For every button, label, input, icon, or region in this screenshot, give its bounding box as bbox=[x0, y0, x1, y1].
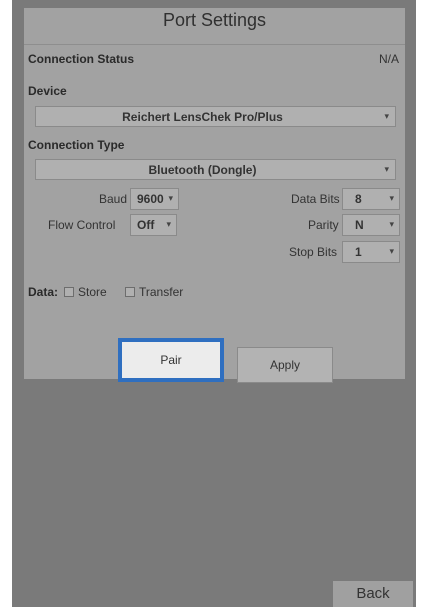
connection-status-value: N/A bbox=[378, 52, 399, 66]
transfer-checkbox[interactable] bbox=[125, 287, 135, 297]
chevron-down-icon: ▾ bbox=[168, 193, 173, 203]
transfer-label: Transfer bbox=[139, 285, 184, 299]
stop-bits-select-value: 1 bbox=[355, 245, 362, 259]
data-label: Data: bbox=[28, 285, 59, 299]
flow-control-label: Flow Control bbox=[48, 218, 116, 232]
parity-select-value: N bbox=[355, 218, 364, 232]
data-bits-select-value: 8 bbox=[355, 192, 362, 206]
parity-select[interactable]: N ▾ bbox=[342, 214, 400, 236]
baud-select-value: 9600 bbox=[137, 192, 164, 206]
chevron-down-icon: ▾ bbox=[389, 246, 394, 256]
flow-control-select[interactable]: Off ▾ bbox=[130, 214, 177, 236]
store-label: Store bbox=[78, 285, 107, 299]
data-bits-select[interactable]: 8 ▾ bbox=[342, 188, 400, 210]
data-bits-label: Data Bits bbox=[291, 192, 340, 206]
stop-bits-select[interactable]: 1 ▾ bbox=[342, 241, 400, 263]
connection-status-label: Connection Status bbox=[28, 52, 135, 66]
page-title: Port Settings bbox=[162, 10, 267, 30]
chevron-down-icon: ▾ bbox=[389, 193, 394, 203]
stop-bits-label: Stop Bits bbox=[289, 245, 338, 259]
flow-control-select-value: Off bbox=[137, 218, 155, 232]
title-divider bbox=[24, 44, 405, 45]
apply-button[interactable]: Apply bbox=[237, 347, 333, 383]
parity-label: Parity bbox=[308, 218, 339, 232]
connection-type-label: Connection Type bbox=[28, 138, 125, 152]
baud-label: Baud bbox=[99, 192, 128, 206]
chevron-down-icon: ▾ bbox=[166, 219, 171, 229]
chevron-down-icon: ▾ bbox=[384, 111, 389, 121]
device-label: Device bbox=[28, 84, 67, 98]
app-screen: Port Settings Connection Status N/A Devi… bbox=[12, 0, 416, 607]
pair-button[interactable]: Pair bbox=[118, 338, 224, 382]
store-checkbox[interactable] bbox=[64, 287, 74, 297]
device-select-value: Reichert LensChek Pro/Plus bbox=[122, 110, 283, 124]
baud-select[interactable]: 9600 ▾ bbox=[130, 188, 179, 210]
chevron-down-icon: ▾ bbox=[384, 164, 389, 174]
chevron-down-icon: ▾ bbox=[389, 219, 394, 229]
device-select[interactable]: Reichert LensChek Pro/Plus ▾ bbox=[35, 106, 396, 127]
connection-type-select[interactable]: Bluetooth (Dongle) ▾ bbox=[35, 159, 396, 180]
connection-type-select-value: Bluetooth (Dongle) bbox=[148, 163, 257, 177]
back-button[interactable]: Back bbox=[333, 581, 413, 607]
port-settings-panel: Port Settings Connection Status N/A Devi… bbox=[24, 8, 405, 383]
